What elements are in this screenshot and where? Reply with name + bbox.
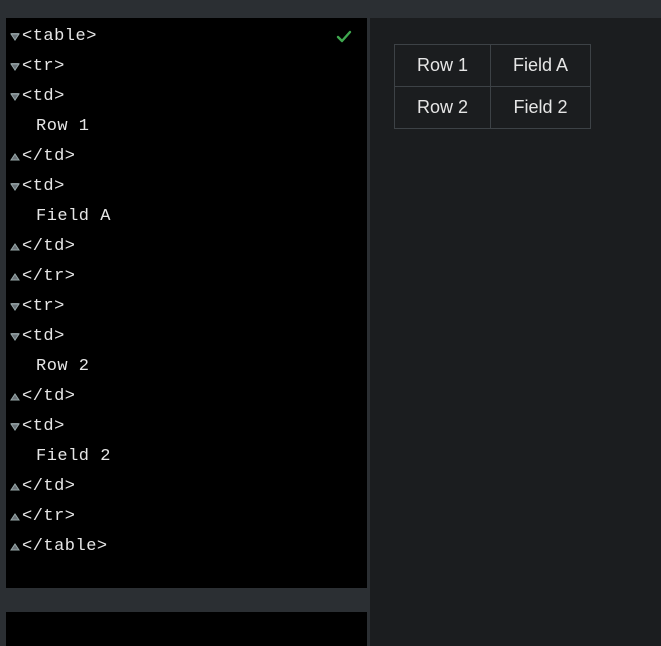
code-line[interactable]: </tr> <box>6 262 367 292</box>
fold-collapse-icon[interactable] <box>8 91 22 103</box>
fold-end-icon[interactable] <box>8 271 22 283</box>
code-line[interactable]: Field 2 <box>6 442 367 472</box>
code-line[interactable]: <td> <box>6 82 367 112</box>
code-editor-panel: <table><tr><td>Row 1</td><td>Field A</td… <box>6 18 370 646</box>
code-text: <td> <box>22 322 65 352</box>
preview-panel: Row 1Field ARow 2Field 2 <box>370 18 661 646</box>
fold-collapse-icon[interactable] <box>8 31 22 43</box>
fold-end-icon[interactable] <box>8 391 22 403</box>
code-text: Row 2 <box>22 352 90 382</box>
editor-footer-below <box>6 612 367 646</box>
fold-end-icon[interactable] <box>8 481 22 493</box>
fold-end-icon[interactable] <box>8 541 22 553</box>
fold-collapse-icon[interactable] <box>8 181 22 193</box>
code-text: <table> <box>22 22 97 52</box>
code-line[interactable]: Row 1 <box>6 112 367 142</box>
code-text: </td> <box>22 142 76 172</box>
code-line[interactable]: <td> <box>6 172 367 202</box>
code-line[interactable]: <td> <box>6 322 367 352</box>
table-cell: Row 2 <box>395 87 491 129</box>
code-line[interactable]: Row 2 <box>6 352 367 382</box>
fold-collapse-icon[interactable] <box>8 421 22 433</box>
fold-collapse-icon[interactable] <box>8 61 22 73</box>
title-bar-spacer <box>0 0 661 18</box>
code-line[interactable]: </tr> <box>6 502 367 532</box>
code-text: </table> <box>22 532 108 562</box>
code-text: </tr> <box>22 262 76 292</box>
code-line[interactable]: </td> <box>6 142 367 172</box>
code-line[interactable]: </table> <box>6 532 367 562</box>
code-text: </td> <box>22 382 76 412</box>
code-editor[interactable]: <table><tr><td>Row 1</td><td>Field A</td… <box>6 18 367 566</box>
code-line[interactable]: </td> <box>6 472 367 502</box>
code-line[interactable]: <tr> <box>6 52 367 82</box>
table-row: Row 1Field A <box>395 45 591 87</box>
fold-end-icon[interactable] <box>8 241 22 253</box>
fold-end-icon[interactable] <box>8 511 22 523</box>
code-text: <td> <box>22 172 65 202</box>
main-split: <table><tr><td>Row 1</td><td>Field A</td… <box>0 18 661 646</box>
code-text: Field 2 <box>22 442 111 472</box>
code-text: <td> <box>22 412 65 442</box>
code-text: </tr> <box>22 502 76 532</box>
fold-end-icon[interactable] <box>8 151 22 163</box>
code-text: <td> <box>22 82 65 112</box>
editor-footer-bar <box>6 588 367 612</box>
code-text: </td> <box>22 232 76 262</box>
code-text: Row 1 <box>22 112 90 142</box>
preview-table: Row 1Field ARow 2Field 2 <box>394 44 591 129</box>
fold-collapse-icon[interactable] <box>8 301 22 313</box>
table-cell: Field A <box>491 45 591 87</box>
table-cell: Field 2 <box>491 87 591 129</box>
code-line[interactable]: </td> <box>6 232 367 262</box>
code-text: Field A <box>22 202 111 232</box>
code-text: <tr> <box>22 292 65 322</box>
code-line[interactable]: <td> <box>6 412 367 442</box>
code-text: <tr> <box>22 52 65 82</box>
code-text: </td> <box>22 472 76 502</box>
code-line[interactable]: <table> <box>6 22 367 52</box>
fold-collapse-icon[interactable] <box>8 331 22 343</box>
code-line[interactable]: <tr> <box>6 292 367 322</box>
check-icon <box>335 28 353 46</box>
table-row: Row 2Field 2 <box>395 87 591 129</box>
table-cell: Row 1 <box>395 45 491 87</box>
code-line[interactable]: </td> <box>6 382 367 412</box>
code-line[interactable]: Field A <box>6 202 367 232</box>
